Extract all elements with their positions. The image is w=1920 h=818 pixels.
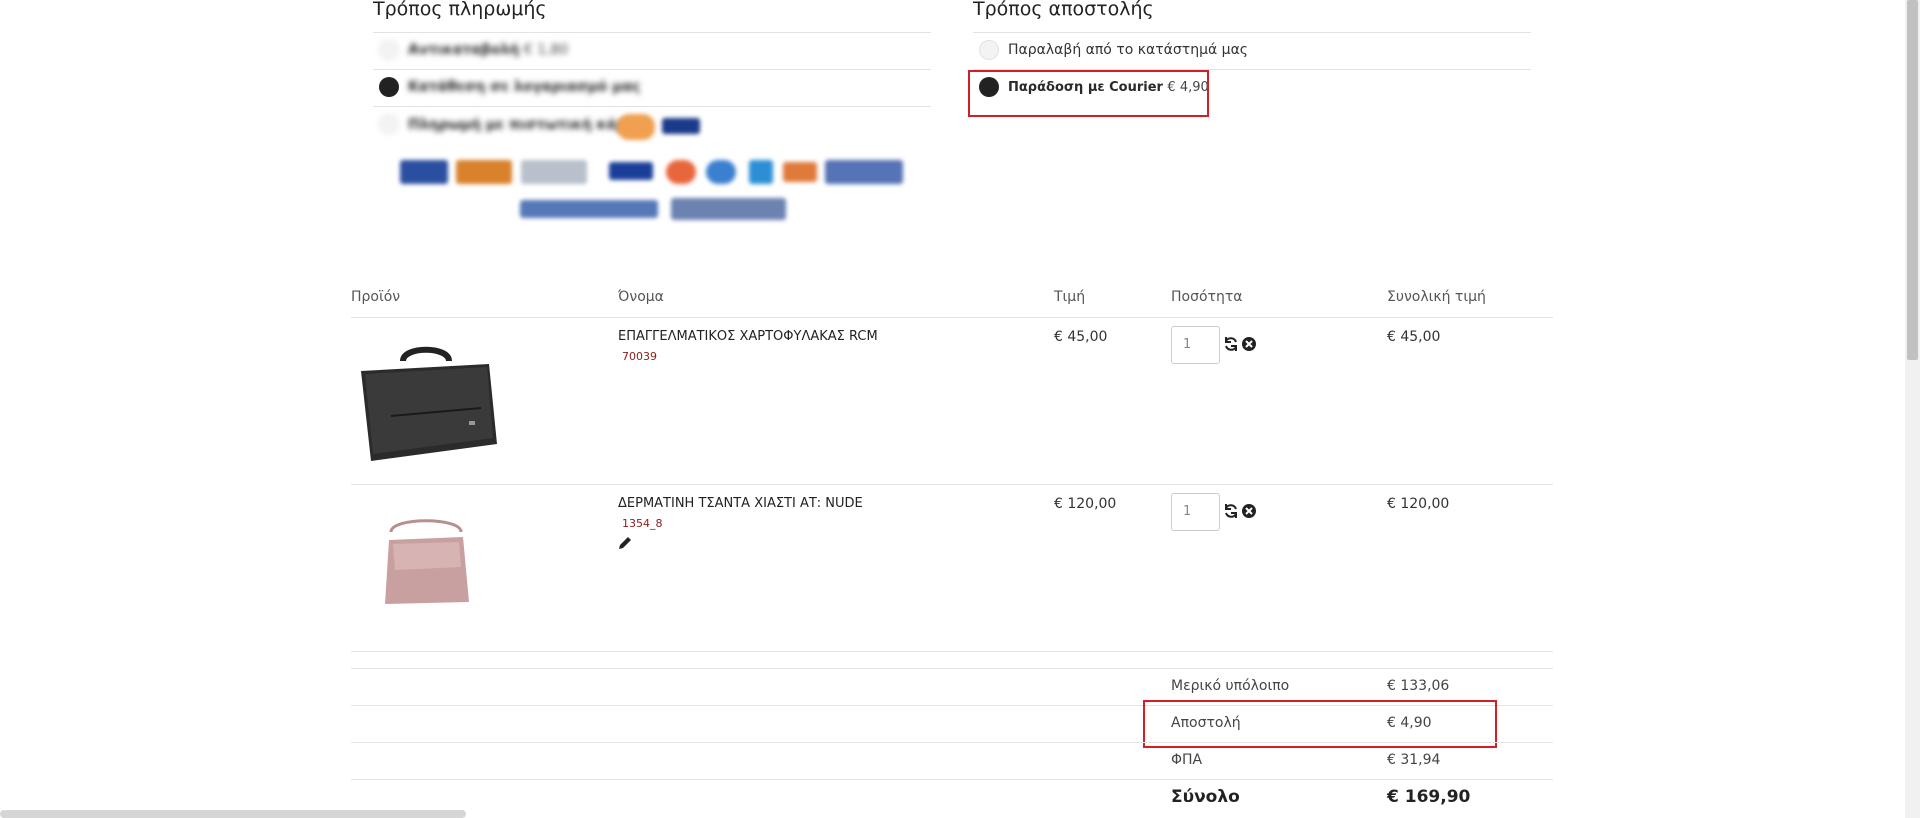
- divider: [351, 484, 1553, 485]
- header-product: Προϊόν: [351, 289, 401, 305]
- divider: [351, 779, 1553, 780]
- product-sku: 70039: [622, 350, 657, 363]
- horizontal-scrollbar-thumb[interactable]: [0, 810, 466, 818]
- divider: [351, 317, 1553, 318]
- discover-logo: [783, 162, 817, 182]
- amex-logo: [749, 160, 773, 184]
- radio-cod[interactable]: [379, 40, 399, 60]
- mastercard-securecode-logo: [456, 160, 512, 184]
- subtotal-value: € 133,06: [1387, 678, 1450, 694]
- payment-option-cod[interactable]: Αντικαταβολή € 1,80: [408, 42, 568, 58]
- payment-option-credit-card[interactable]: Πληρωμή με πιστωτική κάρτα: [408, 117, 645, 133]
- visa-logo: [662, 118, 700, 134]
- mastercard-logo: [617, 114, 655, 140]
- remove-icon[interactable]: [1241, 503, 1257, 519]
- divider: [973, 32, 1531, 33]
- edit-icon[interactable]: [617, 535, 633, 551]
- header-name: Όνομα: [618, 289, 664, 305]
- radio-store-pickup[interactable]: [979, 40, 999, 60]
- radio-bank-deposit[interactable]: [379, 77, 399, 97]
- divider: [373, 32, 931, 33]
- vertical-scrollbar-thumb[interactable]: [1907, 0, 1918, 360]
- diners-club-logo: [825, 160, 903, 184]
- remove-icon[interactable]: [1241, 336, 1257, 352]
- product-line-total: € 45,00: [1387, 329, 1441, 345]
- product-name[interactable]: ΕΠΑΓΓΕΛΜΑΤΙΚΟΣ ΧΑΡΤΟΦΥΛΑΚΑΣ RCM: [618, 329, 878, 344]
- product-sku: 1354_8: [622, 517, 663, 530]
- radio-credit-card[interactable]: [379, 114, 399, 134]
- divider: [351, 742, 1553, 743]
- shipping-method-title: Τρόπος αποστολής: [973, 0, 1154, 20]
- divider: [351, 651, 1553, 652]
- vat-value: € 31,94: [1387, 752, 1441, 768]
- mastercard-logo: [666, 160, 696, 184]
- product-name[interactable]: ΔΕΡΜΑΤΙΝΗ ΤΣΑΝΤΑ ΧΙΑΣΤΙ ΑΤ: NUDE: [618, 496, 863, 511]
- courier-highlight-box: [968, 70, 1209, 117]
- grand-total-value: € 169,90: [1387, 787, 1471, 807]
- header-total: Συνολική τιμή: [1387, 289, 1486, 305]
- alpha-bank-logo: [671, 198, 786, 220]
- product-image-black-bag[interactable]: [351, 326, 501, 472]
- product-price: € 45,00: [1054, 329, 1108, 345]
- divider: [373, 106, 931, 107]
- visa-logo: [609, 162, 653, 180]
- header-quantity: Ποσότητα: [1171, 289, 1243, 305]
- grand-total-label: Σύνολο: [1171, 787, 1240, 807]
- vat-label: ΦΠΑ: [1171, 752, 1203, 768]
- divider: [373, 69, 931, 70]
- payment-option-bank-deposit[interactable]: Κατάθεση σε λογαριασμό μας: [408, 79, 640, 95]
- quantity-input[interactable]: 1: [1171, 326, 1220, 364]
- shipping-option-store-pickup[interactable]: Παραλαβή από το κατάστημά μας: [1008, 42, 1248, 58]
- shipping-total-highlight-box: [1143, 700, 1497, 748]
- maestro-logo: [706, 160, 736, 184]
- refresh-icon[interactable]: [1223, 336, 1239, 352]
- quantity-input[interactable]: 1: [1171, 493, 1220, 531]
- alpha-ecommerce-logo: [520, 200, 658, 218]
- product-price: € 120,00: [1054, 496, 1117, 512]
- header-price: Τιμή: [1054, 289, 1086, 305]
- divider: [351, 668, 1553, 669]
- safekey-logo: [521, 160, 587, 184]
- subtotal-label: Μερικό υπόλοιπο: [1171, 678, 1290, 694]
- refresh-icon[interactable]: [1223, 503, 1239, 519]
- payment-method-title: Τρόπος πληρωμής: [373, 0, 547, 20]
- verified-by-visa-logo: [400, 160, 448, 184]
- product-line-total: € 120,00: [1387, 496, 1450, 512]
- product-image-nude-bag[interactable]: [351, 512, 501, 616]
